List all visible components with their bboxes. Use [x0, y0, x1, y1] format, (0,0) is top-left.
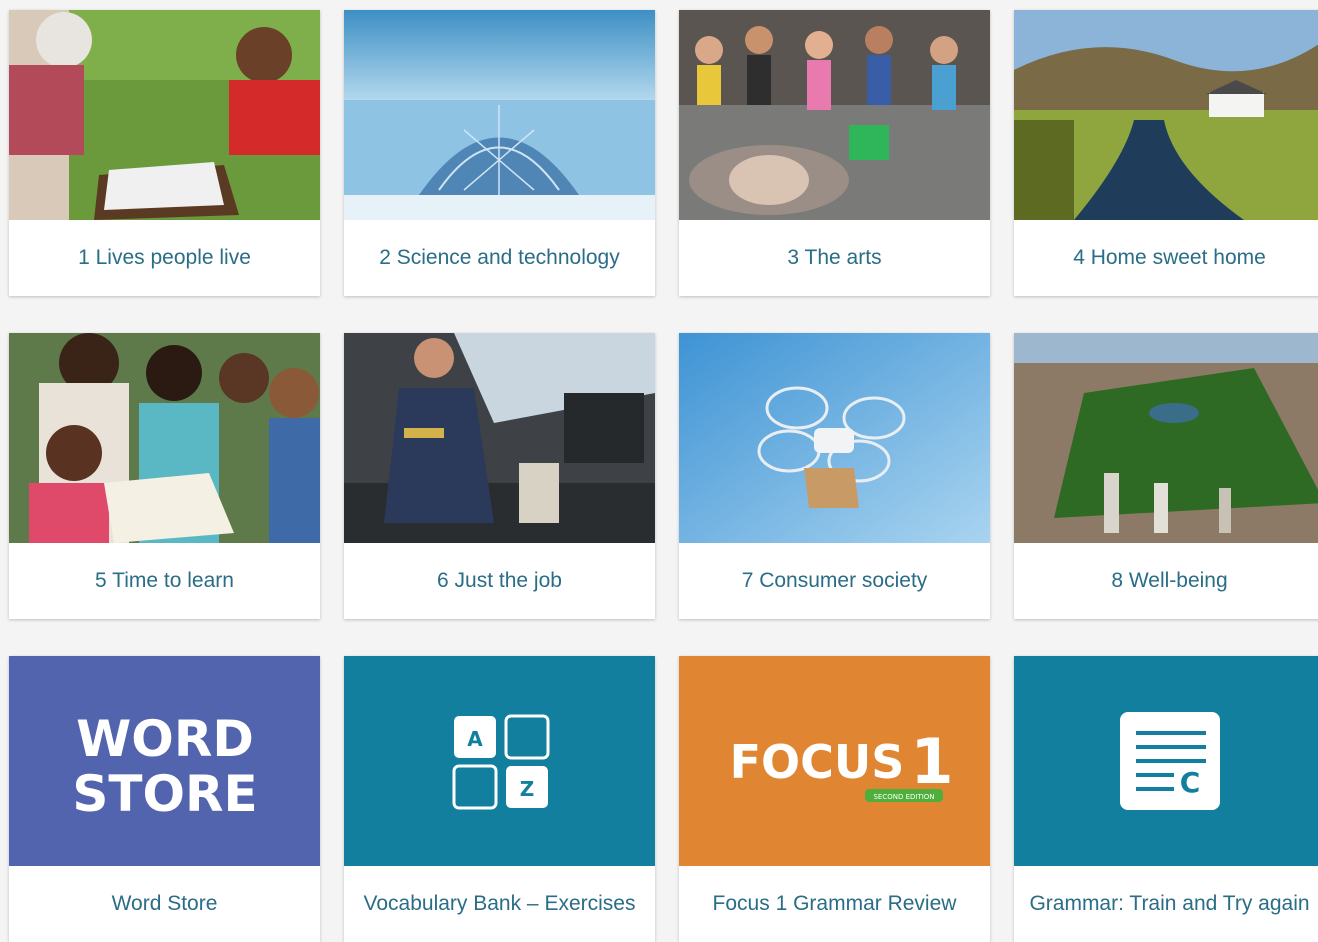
- svg-text:STORE: STORE: [72, 765, 257, 823]
- unit-card-just-the-job[interactable]: 6 Just the job: [344, 333, 655, 619]
- kids-studying-outdoors-photo: [9, 333, 320, 543]
- resource-card-grammar-train-and-try-again[interactable]: C Grammar: Train and Try again: [1014, 656, 1318, 942]
- unit-card-home-sweet-home[interactable]: 4 Home sweet home: [1014, 10, 1318, 296]
- svg-text:Z: Z: [520, 777, 535, 801]
- delivery-drone-photo: [679, 333, 990, 543]
- course-units-grid: 1 Lives people live 2 Science and techno…: [0, 0, 1318, 942]
- unit-card-consumer-society[interactable]: 7 Consumer society: [679, 333, 990, 619]
- unit-card-label: 3 The arts: [787, 246, 882, 269]
- chess-grandma-teen-photo: [9, 10, 320, 220]
- resource-card-word-store[interactable]: WORD STORE Word Store: [9, 656, 320, 942]
- unit-card-label: 4 Home sweet home: [1073, 246, 1266, 269]
- unit-card-lives-people-live[interactable]: 1 Lives people live: [9, 10, 320, 296]
- unit-card-label: 5 Time to learn: [95, 569, 234, 592]
- resource-card-focus-grammar-review[interactable]: FOCUS 1 SECOND EDITION Focus 1 Grammar R…: [679, 656, 990, 942]
- unit-card-label: 8 Well-being: [1111, 569, 1228, 592]
- unit-card-the-arts[interactable]: 3 The arts: [679, 10, 990, 296]
- street-chalk-art-crowd-photo: [679, 10, 990, 220]
- resource-card-label: Focus 1 Grammar Review: [712, 892, 957, 915]
- resource-card-label: Grammar: Train and Try again: [1029, 892, 1310, 915]
- svg-text:WORD: WORD: [76, 710, 254, 768]
- city-park-aerial-photo: [1014, 333, 1318, 543]
- word-store-logo: WORD STORE: [9, 656, 320, 866]
- unit-card-label: 2 Science and technology: [379, 246, 620, 269]
- svg-text:A: A: [467, 727, 483, 751]
- unit-card-well-being[interactable]: 8 Well-being: [1014, 333, 1318, 619]
- pilot-cockpit-photo: [344, 333, 655, 543]
- focus-1-logo: FOCUS 1 SECOND EDITION: [679, 656, 990, 866]
- highland-cottage-river-photo: [1014, 10, 1318, 220]
- svg-text:1: 1: [910, 725, 953, 798]
- unit-card-label: 6 Just the job: [437, 569, 562, 592]
- resource-card-label: Vocabulary Bank – Exercises: [363, 892, 636, 915]
- unit-card-label: 1 Lives people live: [78, 246, 251, 269]
- unit-card-label: 7 Consumer society: [741, 569, 928, 592]
- a-z-vocabulary-icon: A Z: [344, 656, 655, 866]
- svg-text:FOCUS: FOCUS: [730, 735, 905, 789]
- svg-text:C: C: [1180, 766, 1201, 799]
- svg-text:SECOND EDITION: SECOND EDITION: [873, 793, 934, 801]
- resource-card-label: Word Store: [111, 892, 218, 915]
- unit-card-time-to-learn[interactable]: 5 Time to learn: [9, 333, 320, 619]
- grammar-document-icon: C: [1014, 656, 1318, 866]
- polar-dome-station-photo: [344, 10, 655, 220]
- unit-card-science-and-technology[interactable]: 2 Science and technology: [344, 10, 655, 296]
- resource-card-vocabulary-bank[interactable]: A Z Vocabulary Bank – Exercises: [344, 656, 655, 942]
